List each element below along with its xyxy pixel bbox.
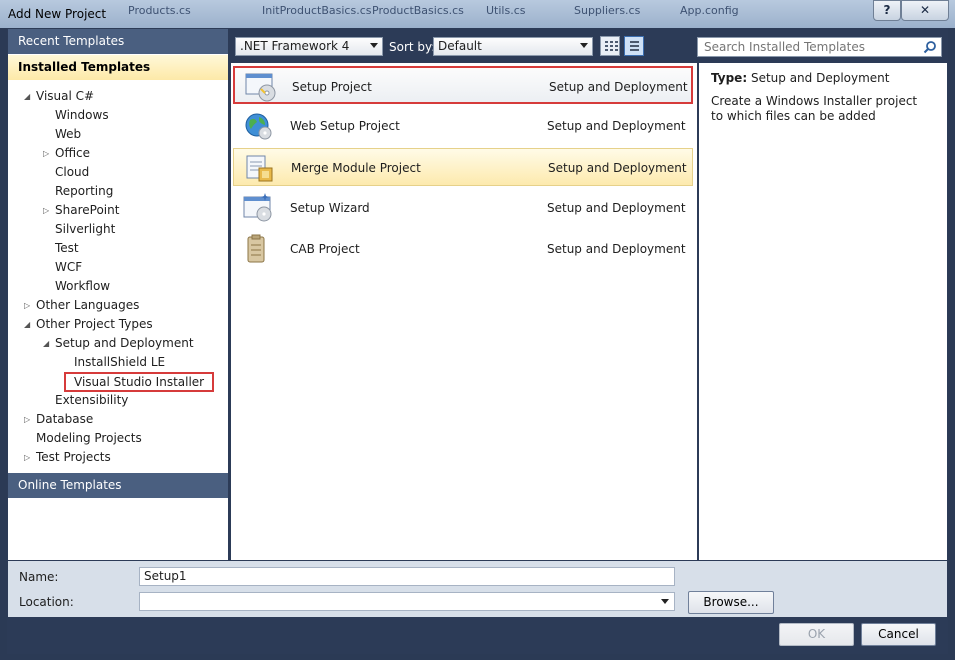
tree-item-wcf[interactable]: WCF	[55, 258, 82, 277]
merge-module-icon	[246, 155, 273, 182]
template-type: Type: Setup and Deployment	[711, 71, 890, 85]
tree-item-sharepoint[interactable]: ▷ SharePoint	[43, 201, 119, 220]
template-name: Setup Wizard	[290, 201, 370, 215]
search-box[interactable]	[697, 37, 942, 57]
help-button[interactable]: ?	[873, 0, 901, 21]
template-name: Merge Module Project	[291, 161, 421, 175]
tree-item-cloud[interactable]: Cloud	[55, 163, 89, 182]
dialog-footer: OK Cancel	[7, 617, 948, 654]
template-sidebar: Recent Templates Installed Templates ◢ V…	[8, 29, 228, 560]
close-button[interactable]: ✕	[901, 0, 949, 21]
details-view-button[interactable]	[624, 36, 644, 56]
cancel-button[interactable]: Cancel	[861, 623, 936, 646]
template-category: Setup and Deployment	[548, 161, 687, 175]
web-setup-project-icon	[245, 113, 272, 140]
background-tab: Suppliers.cs	[574, 4, 641, 17]
ok-button[interactable]: OK	[779, 623, 854, 646]
chevron-down-icon	[370, 43, 378, 48]
template-category: Setup and Deployment	[547, 201, 686, 215]
tree-expanded-icon[interactable]: ◢	[24, 87, 30, 106]
installed-templates-header[interactable]: Installed Templates	[8, 55, 228, 80]
online-templates-header[interactable]: Online Templates	[8, 473, 228, 498]
template-category: Setup and Deployment	[549, 80, 688, 94]
small-icons-view-button[interactable]	[600, 36, 620, 56]
project-details-form: Name: Setup1 Location: Browse...	[8, 561, 947, 617]
chevron-down-icon[interactable]	[661, 599, 669, 604]
tree-collapsed-icon[interactable]: ▷	[43, 144, 49, 163]
description-text: Create a Windows Installer project to wh…	[711, 94, 918, 123]
selected-node-outline: Visual Studio Installer	[64, 372, 215, 392]
tree-collapsed-icon[interactable]: ▷	[24, 296, 30, 315]
template-name: Web Setup Project	[290, 119, 400, 133]
tree-item-silverlight[interactable]: Silverlight	[55, 220, 115, 239]
tree-item-test[interactable]: Test	[55, 239, 79, 258]
background-tab: ProductBasics.cs	[372, 4, 464, 17]
template-row-setup-wizard[interactable]: Setup Wizard Setup and Deployment	[233, 189, 693, 227]
tree-item-reporting[interactable]: Reporting	[55, 182, 113, 201]
tree-expanded-icon[interactable]: ◢	[43, 334, 49, 353]
tree-item-modeling-projects[interactable]: Modeling Projects	[36, 429, 142, 448]
template-name: Setup Project	[292, 80, 372, 94]
type-label: Type:	[711, 71, 748, 85]
location-label: Location:	[19, 595, 74, 609]
tree-item-other-project-types[interactable]: ◢ Other Project Types	[24, 315, 153, 334]
tree-item-windows[interactable]: Windows	[55, 106, 109, 125]
template-row-cab-project[interactable]: CAB Project Setup and Deployment	[233, 230, 693, 268]
setup-project-icon	[245, 73, 276, 102]
template-row-setup-project[interactable]: Setup Project Setup and Deployment	[233, 66, 693, 104]
tree-item-installshield-le[interactable]: InstallShield LE	[74, 353, 165, 372]
tree-item-visual-studio-installer[interactable]: Visual Studio Installer	[64, 372, 215, 392]
tree-expanded-icon[interactable]: ◢	[24, 315, 30, 334]
sort-by-label: Sort by:	[389, 40, 436, 54]
tree-collapsed-icon[interactable]: ▷	[24, 410, 30, 429]
background-tab: InitProductBasics.cs	[262, 4, 372, 17]
background-tab: App.config	[680, 4, 739, 17]
background-tab: Utils.cs	[486, 4, 526, 17]
recent-templates-header[interactable]: Recent Templates	[8, 29, 228, 54]
search-input[interactable]	[704, 40, 914, 54]
background-tab: Products.cs	[128, 4, 191, 17]
name-input[interactable]: Setup1	[139, 567, 675, 586]
title-bar: Add New Project Products.cs InitProductB…	[0, 0, 955, 28]
template-list: Setup Project Setup and Deployment Web S…	[231, 63, 697, 560]
browse-button[interactable]: Browse...	[688, 591, 774, 614]
location-combobox[interactable]	[139, 592, 675, 611]
tree-item-database[interactable]: ▷ Database	[24, 410, 93, 429]
tree-item-web[interactable]: Web	[55, 125, 81, 144]
tree-item-setup-and-deployment[interactable]: ◢ Setup and Deployment	[43, 334, 194, 353]
window-title: Add New Project	[8, 7, 107, 21]
tree-item-other-languages[interactable]: ▷ Other Languages	[24, 296, 139, 315]
tree-item-workflow[interactable]: Workflow	[55, 277, 110, 296]
tree-item-extensibility[interactable]: Extensibility	[55, 391, 128, 410]
dialog-body: Recent Templates Installed Templates ◢ V…	[7, 28, 948, 654]
name-label: Name:	[19, 570, 59, 584]
type-value: Setup and Deployment	[750, 71, 890, 85]
sort-dropdown[interactable]: Default	[433, 37, 593, 56]
template-row-merge-module-project[interactable]: Merge Module Project Setup and Deploymen…	[233, 148, 693, 186]
cab-project-icon	[247, 234, 265, 263]
template-category: Setup and Deployment	[547, 119, 686, 133]
template-description-panel: Type: Setup and Deployment Create a Wind…	[699, 63, 947, 560]
tree-item-office[interactable]: ▷ Office	[43, 144, 90, 163]
template-name: CAB Project	[290, 242, 360, 256]
setup-wizard-icon	[243, 193, 272, 222]
tree-item-visual-csharp[interactable]: ◢ Visual C#	[24, 87, 94, 106]
tree-collapsed-icon[interactable]: ▷	[24, 448, 30, 467]
tree-item-test-projects[interactable]: ▷ Test Projects	[24, 448, 111, 467]
framework-dropdown[interactable]: .NET Framework 4	[235, 37, 383, 56]
chevron-down-icon	[580, 43, 588, 48]
tree-collapsed-icon[interactable]: ▷	[43, 201, 49, 220]
template-category: Setup and Deployment	[547, 242, 686, 256]
search-icon[interactable]	[923, 40, 937, 54]
template-row-web-setup-project[interactable]: Web Setup Project Setup and Deployment	[233, 107, 693, 145]
